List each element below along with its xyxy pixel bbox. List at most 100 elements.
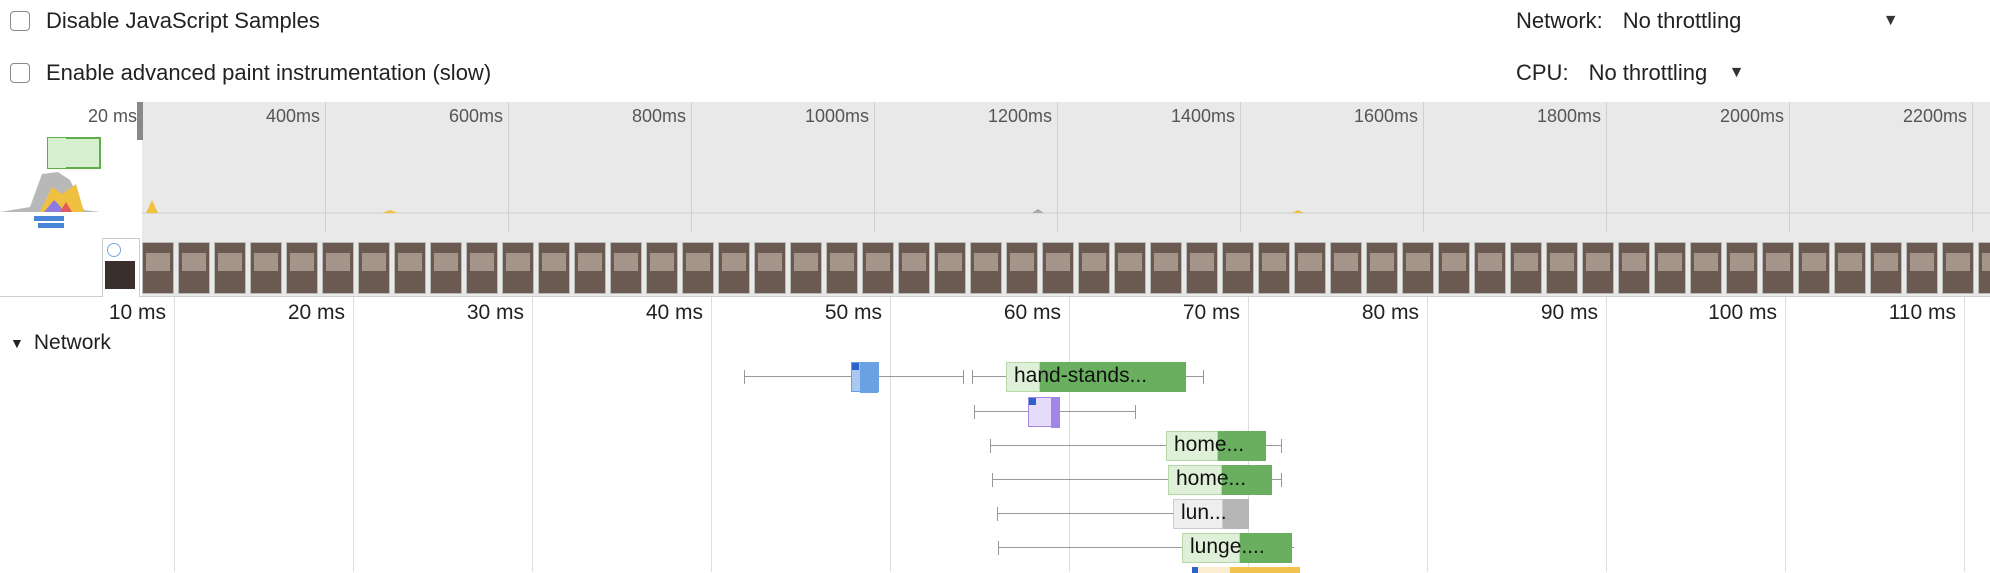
- filmstrip-frame[interactable]: [1546, 242, 1578, 294]
- advanced-paint-checkbox[interactable]: [10, 63, 30, 83]
- filmstrip-frame[interactable]: [1294, 242, 1326, 294]
- request-bar[interactable]: home...: [1168, 465, 1272, 495]
- chevron-down-icon[interactable]: ▼: [1883, 12, 1899, 30]
- filmstrip-frame[interactable]: [862, 242, 894, 294]
- request-label: home...: [1174, 433, 1245, 456]
- timeline-overview[interactable]: 20 ms 400ms 600ms 800ms 1000ms 1200ms 1400ms 16…: [0, 102, 1990, 298]
- cpu-blip: [1032, 209, 1044, 213]
- filmstrip-frame[interactable]: [826, 242, 858, 294]
- cpu-scripting-blip: [146, 200, 158, 213]
- timeline-tick-label: 70 ms: [1182, 301, 1240, 324]
- screenshot-filmstrip: [0, 230, 1990, 298]
- request-bar[interactable]: hand-stands...: [1006, 362, 1186, 392]
- filmstrip-frame[interactable]: [1222, 242, 1254, 294]
- filmstrip-frame[interactable]: [1726, 242, 1758, 294]
- filmstrip-frame[interactable]: [1582, 242, 1614, 294]
- filmstrip-frame[interactable]: [394, 242, 426, 294]
- filmstrip-frame[interactable]: [286, 242, 318, 294]
- filmstrip-frame[interactable]: [1474, 242, 1506, 294]
- filmstrip-frame[interactable]: [466, 242, 498, 294]
- filmstrip-frame[interactable]: [1942, 242, 1974, 294]
- filmstrip-frame[interactable]: [1834, 242, 1866, 294]
- request-bar[interactable]: [1192, 567, 1300, 573]
- timeline-gridline: [174, 297, 175, 572]
- filmstrip-frame[interactable]: [1078, 242, 1110, 294]
- disable-js-samples-option[interactable]: Disable JavaScript Samples: [10, 8, 320, 34]
- filmstrip-frame[interactable]: [1330, 242, 1362, 294]
- request-bar[interactable]: [1028, 397, 1060, 428]
- filmstrip-frame[interactable]: [1366, 242, 1398, 294]
- filmstrip-frame[interactable]: [1654, 242, 1686, 294]
- filmstrip-frame[interactable]: [682, 242, 714, 294]
- filmstrip-frame[interactable]: [1114, 242, 1146, 294]
- filmstrip-frame[interactable]: [1690, 242, 1722, 294]
- filmstrip-frame[interactable]: [322, 242, 354, 294]
- filmstrip-frame[interactable]: [1618, 242, 1650, 294]
- filmstrip-frame[interactable]: [1042, 242, 1074, 294]
- chevron-down-icon[interactable]: ▼: [1729, 64, 1745, 82]
- timeline-tick-label: 40 ms: [645, 301, 703, 324]
- network-timeline[interactable]: 10 ms 20 ms 30 ms 40 ms 50 ms 60 ms 70 ms 80 ms…: [0, 297, 1990, 573]
- filmstrip-frame[interactable]: [610, 242, 642, 294]
- filmstrip-frame[interactable]: [790, 242, 822, 294]
- filmstrip-frame[interactable]: [1906, 242, 1938, 294]
- filmstrip-frame[interactable]: [1150, 242, 1182, 294]
- filmstrip-frame[interactable]: [178, 242, 210, 294]
- timeline-gridline: [1964, 297, 1965, 572]
- selection-resize-handle[interactable]: [137, 102, 143, 140]
- filmstrip-frame[interactable]: [1438, 242, 1470, 294]
- filmstrip-frame[interactable]: [754, 242, 786, 294]
- request-bar[interactable]: home...: [1166, 431, 1266, 461]
- network-bar: [38, 223, 64, 228]
- filmstrip-frame[interactable]: [718, 242, 750, 294]
- filmstrip-frame[interactable]: [1798, 242, 1830, 294]
- network-bar: [34, 216, 64, 221]
- triangle-down-icon[interactable]: ▼: [10, 335, 24, 351]
- filmstrip-frame[interactable]: [358, 242, 390, 294]
- network-request[interactable]: [974, 397, 1136, 428]
- filmstrip-frame[interactable]: [1510, 242, 1542, 294]
- network-request[interactable]: hand-stands...: [972, 362, 1204, 392]
- network-request[interactable]: home...: [990, 431, 1282, 461]
- filmstrip-frame[interactable]: [1870, 242, 1902, 294]
- filmstrip-frame[interactable]: [934, 242, 966, 294]
- filmstrip-frame[interactable]: [1186, 242, 1218, 294]
- filmstrip-frame[interactable]: [142, 242, 174, 294]
- disable-js-samples-checkbox[interactable]: [10, 11, 30, 31]
- request-bar[interactable]: lun...: [1173, 499, 1249, 529]
- request-label: hand-stands...: [1014, 364, 1148, 387]
- filmstrip-frame[interactable]: [1006, 242, 1038, 294]
- filmstrip-frame[interactable]: [1762, 242, 1794, 294]
- filmstrip-frame[interactable]: [502, 242, 534, 294]
- timeline-tick-label: 90 ms: [1540, 301, 1598, 324]
- network-request[interactable]: lun...: [997, 499, 1249, 529]
- request-bar[interactable]: lunge....: [1182, 533, 1292, 563]
- filmstrip-frame[interactable]: [430, 242, 462, 294]
- filmstrip-frame[interactable]: [898, 242, 930, 294]
- filmstrip-frame[interactable]: [1402, 242, 1434, 294]
- filmstrip-frame[interactable]: [538, 242, 570, 294]
- timeline-tick-label: 50 ms: [824, 301, 882, 324]
- timeline-gridline: [890, 297, 891, 572]
- filmstrip-frame[interactable]: [214, 242, 246, 294]
- network-throttling-select[interactable]: No throttling: [1623, 8, 1883, 34]
- advanced-paint-option[interactable]: Enable advanced paint instrumentation (s…: [10, 60, 491, 86]
- timeline-gridline: [353, 297, 354, 572]
- network-request[interactable]: home...: [992, 465, 1282, 495]
- network-request[interactable]: lunge....: [998, 533, 1294, 563]
- cpu-throttling: CPU: No throttling ▼: [1516, 60, 1744, 86]
- network-request[interactable]: [744, 362, 964, 393]
- network-track-header[interactable]: ▼ Network: [10, 331, 111, 355]
- filmstrip-frame[interactable]: [1978, 242, 1990, 294]
- request-label: lun...: [1181, 501, 1227, 524]
- filmstrip-frame[interactable]: [970, 242, 1002, 294]
- timeline-tick-label: 100 ms: [1708, 301, 1777, 324]
- filmstrip-frame[interactable]: [574, 242, 606, 294]
- filmstrip-frame[interactable]: [1258, 242, 1290, 294]
- request-label: lunge....: [1190, 535, 1265, 558]
- filmstrip-frame[interactable]: [646, 242, 678, 294]
- filmstrip-frame[interactable]: [250, 242, 282, 294]
- network-request[interactable]: [1192, 567, 1300, 573]
- cpu-throttling-select[interactable]: No throttling: [1589, 60, 1729, 86]
- request-bar[interactable]: [851, 362, 879, 393]
